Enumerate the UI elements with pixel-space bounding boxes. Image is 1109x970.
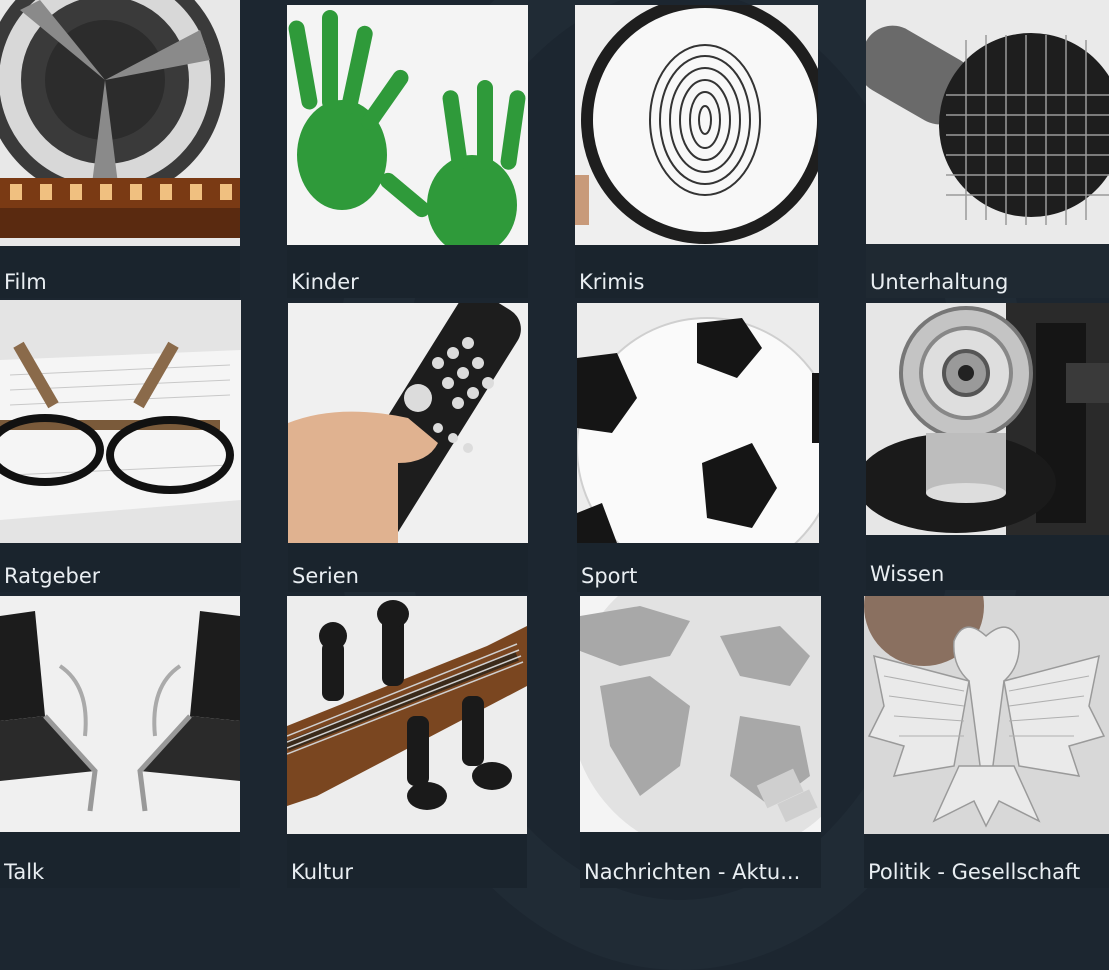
category-tile-ratgeber[interactable]: Ratgeber xyxy=(0,300,241,592)
category-tile-nachrichten[interactable]: Nachrichten - Aktu... xyxy=(580,596,821,888)
category-tile-sport[interactable]: Sport xyxy=(577,303,819,592)
category-label: Ratgeber xyxy=(4,564,101,588)
category-tile-krimis[interactable]: Krimis xyxy=(575,5,818,298)
glasses-book-icon xyxy=(0,300,241,543)
soccer-ball-icon xyxy=(577,303,819,543)
category-tile-kinder[interactable]: Kinder xyxy=(287,5,528,298)
category-label: Kinder xyxy=(291,270,359,294)
category-label: Politik - Gesellschaft xyxy=(868,860,1081,884)
category-label: Nachrichten - Aktu... xyxy=(584,860,801,884)
chairs-icon xyxy=(0,596,240,832)
category-tile-talk[interactable]: Talk xyxy=(0,596,240,888)
category-label: Serien xyxy=(292,564,359,588)
category-label: Film xyxy=(4,270,47,294)
category-tile-film[interactable]: Film xyxy=(0,0,240,298)
category-label: Sport xyxy=(581,564,638,588)
remote-control-icon xyxy=(288,303,528,543)
category-label: Wissen xyxy=(870,562,945,586)
handprint-icon xyxy=(287,5,528,245)
category-tile-politik[interactable]: Politik - Gesellschaft xyxy=(864,596,1109,888)
globe-icon xyxy=(580,596,821,832)
category-tile-wissen[interactable]: Wissen xyxy=(866,303,1109,590)
violin-icon xyxy=(287,596,527,834)
federal-eagle-icon xyxy=(864,596,1109,834)
microphone-icon xyxy=(866,0,1109,244)
film-reel-icon xyxy=(0,0,240,246)
category-label: Krimis xyxy=(579,270,645,294)
microscope-icon xyxy=(866,303,1109,535)
category-label: Unterhaltung xyxy=(870,270,1009,294)
category-label: Kultur xyxy=(291,860,354,884)
category-tile-serien[interactable]: Serien xyxy=(288,303,528,592)
category-tile-unterhaltung[interactable]: Unterhaltung xyxy=(866,0,1109,298)
fingerprint-magnifier-icon xyxy=(575,5,818,245)
category-label: Talk xyxy=(4,860,45,884)
category-tile-kultur[interactable]: Kultur xyxy=(287,596,527,888)
